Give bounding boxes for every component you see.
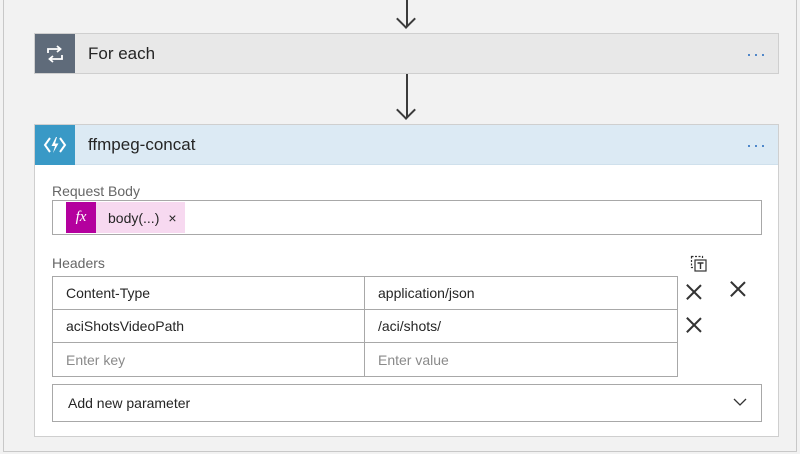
function-action-header[interactable]: ffmpeg-concat ···	[35, 124, 778, 165]
chevron-down-icon	[733, 398, 747, 406]
header-row: Content-Type application/json	[53, 277, 677, 310]
expression-token-remove-button[interactable]: ×	[168, 210, 176, 226]
header-value-input[interactable]: Enter value	[365, 343, 677, 376]
header-key-input[interactable]: aciShotsVideoPath	[53, 310, 365, 342]
foreach-card[interactable]: For each ···	[34, 33, 779, 74]
function-action-title: ffmpeg-concat	[88, 134, 196, 154]
headers-label: Headers	[52, 255, 105, 271]
connector-arrow-middle-head	[396, 100, 416, 120]
delete-header-row-icon[interactable]	[686, 317, 702, 333]
headers-table: Content-Type application/json aciShotsVi…	[52, 276, 678, 377]
request-body-field[interactable]: fx body(...) ×	[52, 200, 762, 235]
function-action-card: ffmpeg-concat ··· Request Body fx body(.…	[34, 124, 779, 437]
header-key-input[interactable]: Enter key	[53, 343, 365, 376]
azure-function-icon	[35, 124, 75, 165]
header-value-input[interactable]: /aci/shots/	[365, 310, 677, 342]
expression-token-label: body(...)	[108, 209, 160, 226]
request-body-label: Request Body	[52, 183, 140, 199]
header-row-empty: Enter key Enter value	[53, 343, 677, 376]
header-value-input[interactable]: application/json	[365, 277, 677, 309]
add-new-parameter-dropdown[interactable]: Add new parameter	[52, 384, 762, 422]
expression-token[interactable]: fx body(...) ×	[66, 202, 185, 233]
expression-fx-icon: fx	[66, 202, 96, 233]
add-new-parameter-label: Add new parameter	[68, 395, 191, 411]
designer-canvas: For each ··· ffmpeg-concat ··· Request B…	[3, 0, 797, 452]
loop-icon	[35, 34, 75, 73]
function-more-menu-button[interactable]: ···	[746, 136, 767, 154]
foreach-more-menu-button[interactable]: ···	[746, 45, 767, 63]
header-key-input[interactable]: Content-Type	[53, 277, 365, 309]
delete-header-row-icon[interactable]	[686, 284, 702, 300]
switch-to-text-mode-icon[interactable]	[690, 255, 708, 273]
header-row: aciShotsVideoPath /aci/shots/	[53, 310, 677, 343]
foreach-title: For each	[88, 43, 156, 63]
connector-arrow-top-head	[396, 9, 416, 29]
remove-parameter-icon[interactable]	[730, 281, 746, 297]
